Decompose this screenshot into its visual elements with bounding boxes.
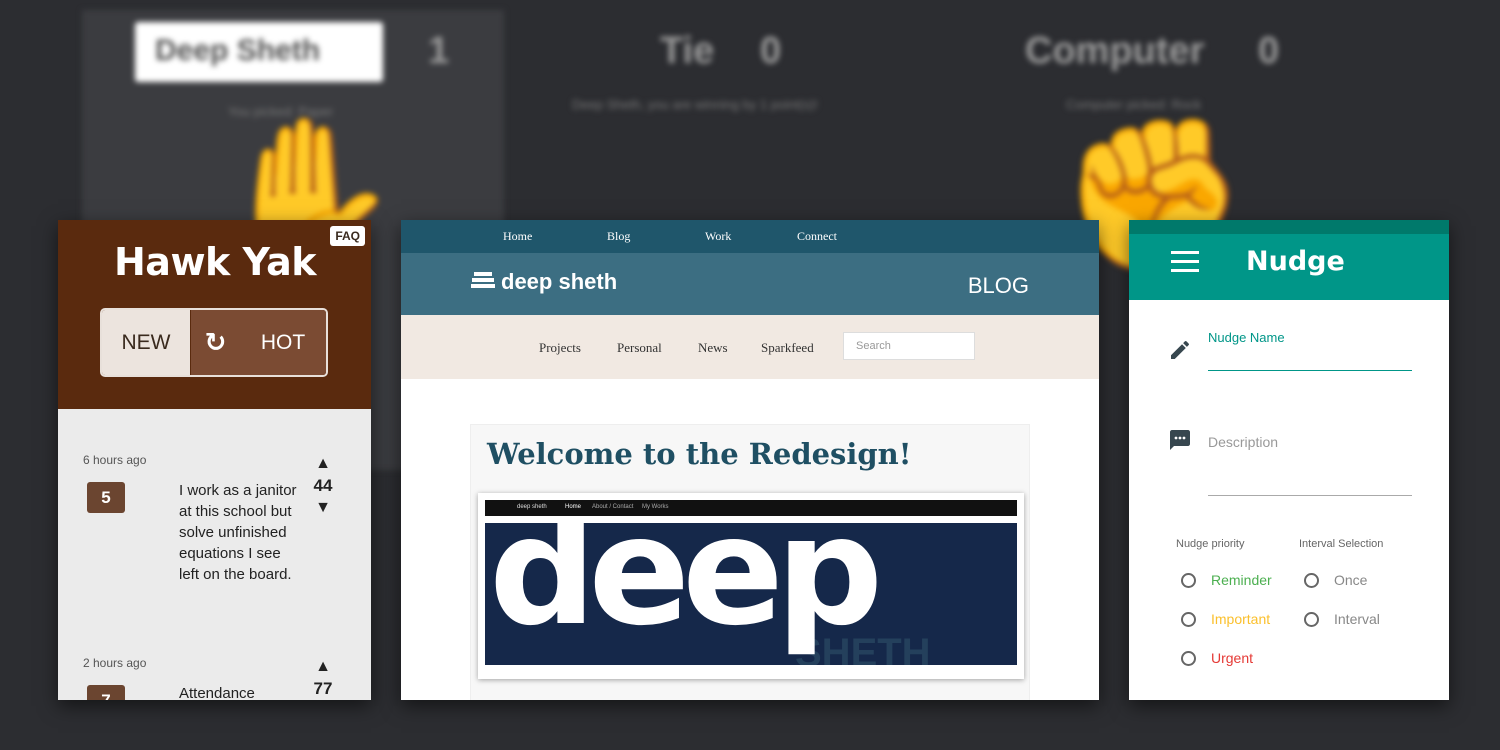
vote-score: 44 <box>313 476 333 495</box>
nav-connect[interactable]: Connect <box>797 229 837 244</box>
priority-urgent-label[interactable]: Urgent <box>1211 650 1253 666</box>
post-title[interactable]: Welcome to the Redesign! <box>487 437 911 471</box>
hawk-yak-app: FAQ Hawk Yak NEW ↻ HOT 6 hours ago 5 I w… <box>58 220 371 700</box>
hawk-yak-header: FAQ Hawk Yak NEW ↻ HOT <box>58 220 371 409</box>
faq-button[interactable]: FAQ <box>330 226 365 246</box>
search-input[interactable]: Search <box>843 332 975 360</box>
computer-pick: Computer picked: Rock <box>1066 97 1202 112</box>
interval-interval-label[interactable]: Interval <box>1334 611 1380 627</box>
image-hero: SHETH deep <box>485 523 1017 665</box>
image-nav-bar: deep sheth Home About / Contact My Works <box>485 500 1017 516</box>
category-projects[interactable]: Projects <box>539 340 581 356</box>
app-title: Hawk Yak <box>114 240 317 284</box>
feed-toggle: NEW ↻ HOT <box>100 308 328 377</box>
app-bar: Nudge <box>1129 234 1449 300</box>
reply-count-badge[interactable]: 5 <box>87 482 125 513</box>
tie-label: Tie <box>660 30 715 72</box>
post-time: 2 hours ago <box>83 656 147 670</box>
interval-interval-radio[interactable] <box>1304 612 1319 627</box>
blog-header: deep sheth BLOG <box>401 253 1099 315</box>
description-label: Description <box>1208 434 1279 450</box>
hot-tab[interactable]: HOT <box>240 310 326 375</box>
priority-reminder-label[interactable]: Reminder <box>1211 572 1272 588</box>
computer-label: Computer <box>1025 30 1205 72</box>
vote-control: ▲ 44 ▼ <box>308 453 338 519</box>
post-image: deep sheth Home About / Contact My Works… <box>478 493 1024 679</box>
interval-group-label: Interval Selection <box>1299 538 1384 550</box>
status-bar <box>1129 220 1449 234</box>
hamburger-menu-icon[interactable] <box>1171 251 1199 273</box>
priority-urgent-radio[interactable] <box>1181 651 1196 666</box>
refresh-icon[interactable]: ↻ <box>190 310 240 375</box>
top-nav: Home Blog Work Connect <box>401 220 1099 253</box>
section-label: BLOG <box>967 273 1029 298</box>
player-score: 1 <box>428 30 450 72</box>
player-name: Deep Sheth <box>135 22 383 82</box>
category-news[interactable]: News <box>698 340 728 356</box>
post-text: I work as a janitor at this school but s… <box>179 482 297 583</box>
tie-score: 0 <box>760 30 782 72</box>
vote-control: ▲ 77 <box>308 656 338 700</box>
upvote-icon[interactable]: ▲ <box>308 453 338 475</box>
list-item: 2 hours ago 7 Attendance ▲ 77 <box>58 612 371 700</box>
upvote-icon[interactable]: ▲ <box>308 656 338 678</box>
list-item: 6 hours ago 5 I work as a janitor at thi… <box>58 409 371 609</box>
nav-blog[interactable]: Blog <box>607 229 630 244</box>
priority-important-radio[interactable] <box>1181 612 1196 627</box>
category-sparkfeed[interactable]: Sparkfeed <box>761 340 814 356</box>
game-status: Deep Sheth, you are winning by 1 point(s… <box>572 97 818 112</box>
pencil-icon <box>1171 340 1190 359</box>
category-nav: Projects Personal News Sparkfeed Search <box>401 315 1099 379</box>
nudge-name-label: Nudge Name <box>1208 330 1285 345</box>
site-logo[interactable]: deep sheth <box>471 269 617 295</box>
priority-group-label: Nudge priority <box>1176 538 1245 550</box>
computer-score: 0 <box>1258 30 1280 72</box>
interval-once-radio[interactable] <box>1304 573 1319 588</box>
nudge-name-field[interactable] <box>1208 370 1412 371</box>
downvote-icon[interactable]: ▼ <box>308 497 338 519</box>
app-title: Nudge <box>1246 246 1345 277</box>
logo-stack-icon <box>471 272 495 292</box>
interval-once-label[interactable]: Once <box>1334 572 1367 588</box>
reply-count-badge[interactable]: 7 <box>87 685 125 700</box>
description-field[interactable] <box>1208 495 1412 496</box>
priority-reminder-radio[interactable] <box>1181 573 1196 588</box>
new-tab[interactable]: NEW <box>102 310 190 375</box>
post-time: 6 hours ago <box>83 453 147 467</box>
nav-work[interactable]: Work <box>705 229 731 244</box>
vote-score: 77 <box>313 679 333 698</box>
post-text: Attendance <box>179 685 255 700</box>
nav-home[interactable]: Home <box>503 229 532 244</box>
blog-post: Welcome to the Redesign! deep sheth Home… <box>470 424 1030 700</box>
priority-important-label[interactable]: Important <box>1211 611 1270 627</box>
category-personal[interactable]: Personal <box>617 340 662 356</box>
blog-site: Home Blog Work Connect deep sheth BLOG P… <box>401 220 1099 700</box>
logo-text: deep sheth <box>501 269 618 294</box>
comment-icon <box>1170 430 1190 450</box>
nudge-app: Nudge Nudge Name Description Nudge prior… <box>1129 220 1449 700</box>
